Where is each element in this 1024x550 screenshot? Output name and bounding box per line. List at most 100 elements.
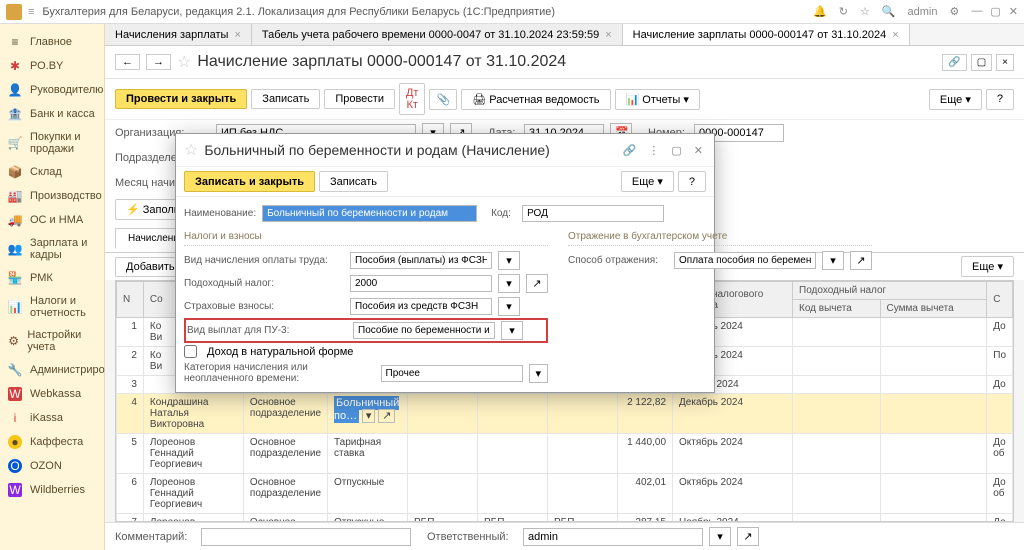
table-row[interactable]: 5Лореонов Геннадий ГеоргиевичОсновное по… [117,434,1013,474]
btn-label: Еще [632,176,654,188]
table-row[interactable]: 4Кондрашина Наталья ВикторовнаОсновное п… [117,394,1013,434]
code-input[interactable] [522,205,664,222]
resp-input[interactable] [523,528,703,546]
sidebar-item-kaffesta[interactable]: ●Каффеста [0,430,104,454]
reports-button[interactable]: 📊 Отчеты ▾ [615,89,700,110]
favorite-icon[interactable]: ☆ [177,52,191,72]
sidebar-item-wb[interactable]: W Wildberries [0,478,104,502]
sidebar-item-main[interactable]: ≡Главное [0,30,104,54]
ikassa-icon: i [8,411,22,425]
history-icon[interactable]: ↻ [839,5,848,18]
sidebar-item-webkassa[interactable]: WWebkassa [0,382,104,406]
search-icon[interactable]: 🔍 [882,5,896,18]
sidebar-item-taxes[interactable]: 📊Налоги и отчетность [0,290,104,324]
modal-more-button[interactable]: Еще ▾ [621,171,674,192]
document-title: Начисление зарплаты 0000-000147 от 31.10… [197,53,566,71]
dt-kt-button[interactable]: ДтКт [399,83,426,115]
sidebar-item-manager[interactable]: 👤Руководителю [0,78,104,102]
pu3-input[interactable] [353,322,495,339]
back-button[interactable]: ← [115,54,140,70]
write-button[interactable]: Записать [251,89,320,109]
bank-icon: 🏦 [8,107,22,121]
sidebar-item-ikassa[interactable]: iiKassa [0,406,104,430]
resp-dropdown-icon[interactable]: ▾ [709,527,731,546]
open-icon[interactable]: ↗ [850,251,872,270]
menu-icon[interactable]: ≡ [28,6,34,18]
wb-icon: W [8,483,22,497]
maximize-icon[interactable]: ▢ [990,5,1000,18]
doc-close-icon[interactable]: × [996,54,1014,71]
close-icon[interactable]: ✕ [1009,5,1018,18]
sidebar-item-bank[interactable]: 🏦Банк и касса [0,102,104,126]
more-button[interactable]: Еще ▾ [929,89,982,110]
sidebar-item-sales[interactable]: 🛒Покупки и продажи [0,126,104,160]
minimize-icon[interactable]: — [971,5,982,18]
truck-icon: 🚚 [8,213,22,227]
method-label: Способ отражения: [568,255,668,266]
col-n: N [117,282,144,318]
sidebar-item-stock[interactable]: 📦Склад [0,160,104,184]
modal-save-close-button[interactable]: Записать и закрыть [184,171,315,192]
cat-input[interactable] [381,365,523,382]
sidebar-item-salary[interactable]: 👥Зарплата и кадры [0,232,104,266]
modal-max-icon[interactable]: ▢ [668,144,684,157]
modal-link-icon[interactable]: 🔗 [620,144,640,157]
insurance-input[interactable] [350,298,492,315]
tab-close-icon[interactable]: × [892,29,898,41]
tab-close-icon[interactable]: × [234,29,240,41]
bell-icon[interactable]: 🔔 [813,5,827,18]
sidebar-label: Wildberries [30,484,85,496]
open-icon[interactable]: ↗ [526,274,548,293]
name-input[interactable]: Больничный по беременности и родам [262,205,477,222]
star-icon[interactable]: ☆ [860,5,870,18]
link-icon[interactable]: 🔗 [942,54,966,71]
forward-button[interactable]: → [146,54,171,70]
sidebar-item-roby[interactable]: ✱РО.BY [0,54,104,78]
sidebar-label: Руководителю [30,84,103,96]
sidebar-item-ozon[interactable]: OOZON [0,454,104,478]
sidebar-item-admin[interactable]: 🔧Администрирование [0,358,104,382]
sidebar-item-os[interactable]: 🚚 ОС и НМА [0,208,104,232]
sidebar-label: ОС и НМА [30,214,83,226]
dd-icon[interactable]: ▾ [498,297,520,316]
post-button[interactable]: Провести [324,89,395,109]
home-icon: ≡ [8,35,22,49]
dd-icon[interactable]: ▾ [498,274,520,293]
resp-open-icon[interactable]: ↗ [737,527,759,546]
btn-label: Расчетная ведомость [489,94,599,106]
tab-close-icon[interactable]: × [605,29,611,41]
settings-icon[interactable]: ⚙ [950,5,960,18]
table-row[interactable]: 7Лореонов Геннадий ГеоргиевичОсновное по… [117,514,1013,523]
sidebar-item-prod[interactable]: 🏭Производство [0,184,104,208]
modal-star-icon[interactable]: ☆ [184,140,198,160]
table-more-button[interactable]: Еще ▾ [961,256,1014,277]
post-close-button[interactable]: Провести и закрыть [115,89,247,109]
sidebar-item-rmk[interactable]: 🏪РМК [0,266,104,290]
tab-timesheet[interactable]: Табель учета рабочего времени 0000-0047 … [252,24,623,45]
window-icon[interactable]: ▢ [971,54,992,71]
tab-payroll-list[interactable]: Начисления зарплаты× [105,24,252,45]
modal-more-icon[interactable]: ⋮ [645,144,662,157]
dd-icon[interactable]: ▾ [822,251,844,270]
tab-payroll-doc[interactable]: Начисление зарплаты 0000-000147 от 31.10… [623,24,910,45]
accrual-dialog: ☆ Больничный по беременности и родам (На… [175,133,715,393]
income-input[interactable] [350,275,492,292]
type-input[interactable] [350,252,492,269]
modal-help-button[interactable]: ? [678,171,706,192]
table-row[interactable]: 6Лореонов Геннадий ГеоргиевичОсновное по… [117,474,1013,514]
modal-close-icon[interactable]: ✕ [691,144,706,157]
attach-button[interactable]: 📎 [429,89,457,110]
user-label[interactable]: admin [908,6,938,18]
comment-input[interactable] [201,528,411,546]
help-button[interactable]: ? [986,89,1014,110]
dd-icon[interactable]: ▾ [501,321,523,340]
pu3-label: Вид выплат для ПУ-3: [187,325,347,336]
natural-checkbox[interactable] [184,345,197,358]
pay-sheet-button[interactable]: 🖨 Расчетная ведомость [461,89,610,110]
top-icons: 🔔 ↻ ☆ 🔍 admin ⚙ [813,5,959,18]
method-input[interactable] [674,252,816,269]
dd-icon[interactable]: ▾ [498,251,520,270]
dd-icon[interactable]: ▾ [529,364,548,383]
modal-write-button[interactable]: Записать [319,171,388,192]
sidebar-item-settings[interactable]: ⚙Настройки учета [0,324,104,358]
